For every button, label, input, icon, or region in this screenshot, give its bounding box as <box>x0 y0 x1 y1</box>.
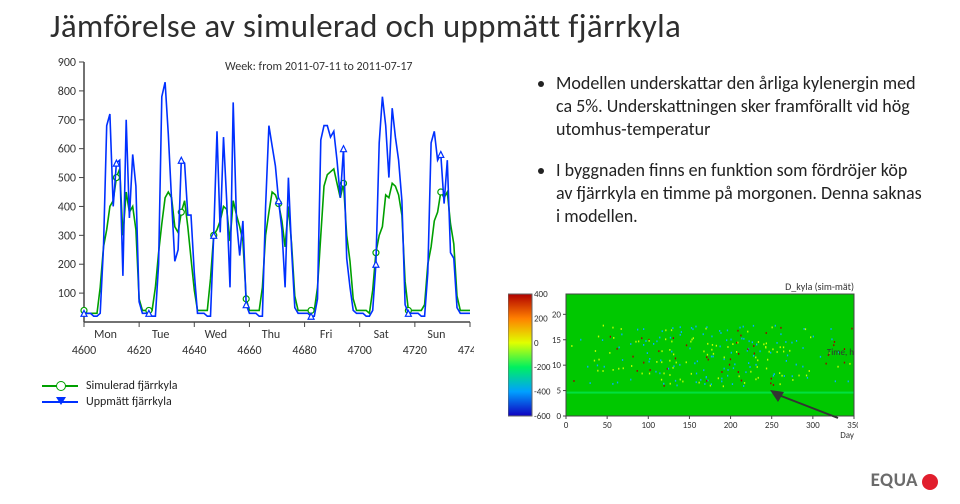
legend-sim-symbol <box>42 382 78 390</box>
svg-text:400: 400 <box>58 200 76 214</box>
svg-text:200: 200 <box>534 313 548 324</box>
legend-meas-symbol <box>42 398 78 406</box>
svg-text:Mon: Mon <box>94 328 117 342</box>
svg-text:4660: 4660 <box>237 344 261 358</box>
svg-text:4700: 4700 <box>348 344 372 358</box>
svg-text:Sat: Sat <box>374 328 389 342</box>
svg-text:100: 100 <box>641 420 655 431</box>
chart-caption: Week: from 2011-07-11 to 2011-07-17 <box>225 60 413 74</box>
svg-text:300: 300 <box>58 229 76 243</box>
svg-text:Sun: Sun <box>427 328 445 342</box>
svg-text:4600: 4600 <box>72 344 96 358</box>
bullet-1: Modellen underskattar den årliga kylener… <box>556 72 923 141</box>
svg-text:250: 250 <box>765 420 779 431</box>
legend-meas-label: Uppmätt fjärrkyla <box>86 394 172 410</box>
svg-text:700: 700 <box>58 114 76 128</box>
svg-text:5: 5 <box>556 386 561 397</box>
svg-text:200: 200 <box>724 420 738 431</box>
svg-text:900: 900 <box>58 56 76 70</box>
svg-text:15: 15 <box>552 335 562 346</box>
svg-text:800: 800 <box>58 85 76 99</box>
pointer-arrow-icon <box>770 390 840 420</box>
svg-text:20: 20 <box>552 309 562 320</box>
svg-text:4620: 4620 <box>127 344 151 358</box>
svg-text:-600: -600 <box>534 411 551 422</box>
svg-text:600: 600 <box>58 143 76 157</box>
equa-logo: EQUA <box>871 469 938 492</box>
svg-text:D_kyla (sim-mät): D_kyla (sim-mät) <box>785 280 854 293</box>
svg-text:0: 0 <box>534 338 539 349</box>
svg-text:4640: 4640 <box>182 344 206 358</box>
bullet-2: I byggnaden finns en funktion som fördrö… <box>556 159 923 228</box>
svg-text:0: 0 <box>564 420 569 431</box>
svg-text:400: 400 <box>534 289 548 300</box>
svg-text:10: 10 <box>552 360 562 371</box>
svg-text:0: 0 <box>556 411 561 422</box>
svg-text:4740: 4740 <box>458 344 474 358</box>
logo-text: EQUA <box>871 469 918 492</box>
svg-text:500: 500 <box>58 172 76 186</box>
svg-text:Time, h: Time, h <box>827 347 854 358</box>
line-chart: 100 200 300 400 500 600 700 800 900 Mon Tue Wed Thu F… <box>44 56 474 372</box>
svg-text:300: 300 <box>806 420 820 431</box>
svg-text:Day: Day <box>840 430 855 440</box>
legend-meas: Uppmätt fjärrkyla <box>42 394 177 410</box>
svg-text:Wed: Wed <box>205 328 228 342</box>
svg-text:Thu: Thu <box>262 328 280 342</box>
legend: Simulerad fjärrkyla Uppmätt fjärrkyla <box>42 378 177 410</box>
bullets: Modellen underskattar den årliga kylener… <box>538 72 923 246</box>
svg-text:-200: -200 <box>534 362 551 373</box>
svg-text:Tue: Tue <box>152 328 169 342</box>
svg-text:-400: -400 <box>534 387 551 398</box>
svg-text:150: 150 <box>683 420 697 431</box>
svg-text:4680: 4680 <box>292 344 316 358</box>
svg-text:4720: 4720 <box>403 344 427 358</box>
legend-sim: Simulerad fjärrkyla <box>42 378 177 394</box>
svg-text:50: 50 <box>603 420 613 431</box>
page-title: Jämförelse av simulerad och uppmätt fjär… <box>50 6 681 46</box>
legend-sim-label: Simulerad fjärrkyla <box>86 378 177 394</box>
svg-text:200: 200 <box>58 258 76 272</box>
logo-dot-icon <box>922 474 938 490</box>
svg-text:100: 100 <box>58 287 76 301</box>
svg-text:Fri: Fri <box>320 328 333 342</box>
